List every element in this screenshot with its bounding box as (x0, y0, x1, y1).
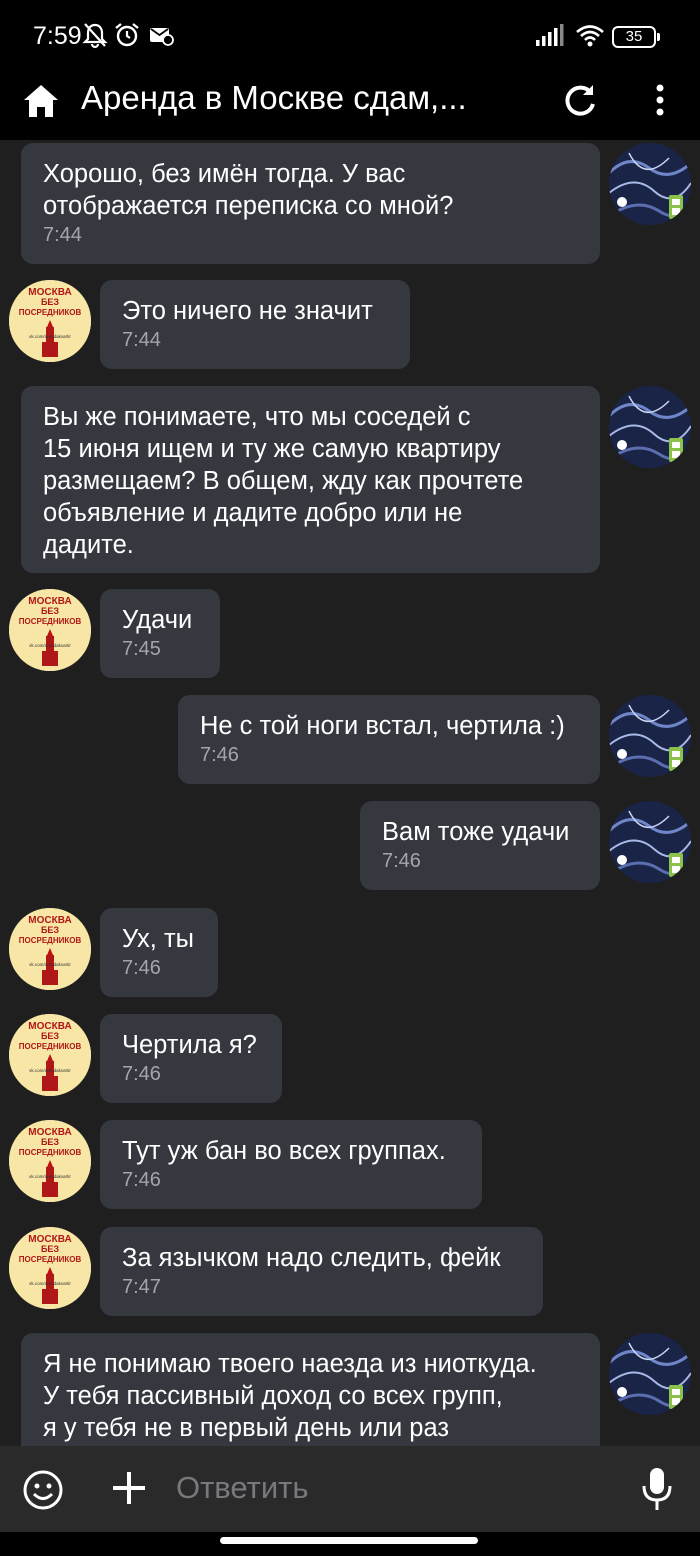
group-avatar-logo: МОСКВА БЕЗ ПОСРЕДНИКОВ vk.com/arendakvar… (9, 908, 91, 990)
mail-icon (150, 28, 174, 46)
svg-text:ПОСРЕДНИКОВ: ПОСРЕДНИКОВ (19, 1148, 82, 1157)
message-time: 7:46 (200, 744, 239, 766)
group-avatar[interactable]: МОСКВА БЕЗ ПОСРЕДНИКОВ vk.com/arendakvar… (9, 1227, 91, 1309)
app-header: Аренда в Москве сдам,... (0, 72, 700, 140)
signal-icon (536, 24, 564, 46)
message-time: 7:44 (43, 224, 82, 246)
svg-text:vk.com/arendakvartir: vk.com/arendakvartir (29, 1068, 71, 1073)
svg-text:БЕЗ: БЕЗ (41, 1137, 59, 1147)
message-time: 7:45 (122, 638, 161, 660)
user-avatar-image (609, 801, 691, 883)
group-avatar[interactable]: МОСКВА БЕЗ ПОСРЕДНИКОВ vk.com/arendakvar… (9, 1120, 91, 1202)
message-bubble[interactable]: Удачи 7:45 (100, 589, 220, 678)
status-bar: 7:59 35 (0, 0, 700, 72)
user-avatar[interactable] (609, 386, 691, 468)
message-text: За язычком надо следить, фейк (122, 1244, 501, 1272)
message-bubble[interactable]: Тут уж бан во всех группах. 7:46 (100, 1120, 482, 1209)
user-avatar[interactable] (609, 143, 691, 225)
emoji-icon[interactable] (22, 1469, 64, 1511)
svg-text:ПОСРЕДНИКОВ: ПОСРЕДНИКОВ (19, 617, 82, 626)
svg-text:БЕЗ: БЕЗ (41, 925, 59, 935)
wifi-icon (576, 25, 604, 47)
add-attachment-icon[interactable] (110, 1469, 148, 1507)
message-text: Чертила я? (122, 1031, 257, 1059)
svg-text:БЕЗ: БЕЗ (41, 606, 59, 616)
message-time: 7:47 (122, 1276, 161, 1298)
message-text: Тут уж бан во всех группах. (122, 1137, 446, 1165)
svg-text:ПОСРЕДНИКОВ: ПОСРЕДНИКОВ (19, 1042, 82, 1051)
user-avatar[interactable] (609, 695, 691, 777)
group-avatar[interactable]: МОСКВА БЕЗ ПОСРЕДНИКОВ vk.com/arendakvar… (9, 280, 91, 362)
group-avatar-logo: МОСКВА БЕЗ ПОСРЕДНИКОВ vk.com/arendakvar… (9, 1120, 91, 1202)
svg-text:vk.com/arendakvartir: vk.com/arendakvartir (29, 962, 71, 967)
message-time: 7:44 (122, 329, 161, 351)
group-avatar-logo: МОСКВА БЕЗ ПОСРЕДНИКОВ vk.com/arendakvar… (9, 589, 91, 671)
more-options-icon[interactable] (640, 80, 680, 120)
svg-text:БЕЗ: БЕЗ (41, 297, 59, 307)
reply-bar (0, 1446, 700, 1532)
message-bubble[interactable]: Не с той ноги встал, чертила :) 7:46 (178, 695, 600, 784)
reply-input[interactable] (176, 1468, 596, 1508)
message-bubble[interactable]: Хорошо, без имён тогда. У вас отображает… (21, 143, 600, 264)
message-list[interactable]: Хорошо, без имён тогда. У вас отображает… (0, 140, 700, 1446)
message-time: 7:46 (122, 957, 161, 979)
message-bubble[interactable]: Ух, ты 7:46 (100, 908, 218, 997)
message-text: Удачи (122, 606, 193, 634)
svg-text:ПОСРЕДНИКОВ: ПОСРЕДНИКОВ (19, 936, 82, 945)
group-avatar[interactable]: МОСКВА БЕЗ ПОСРЕДНИКОВ vk.com/arendakvar… (9, 589, 91, 671)
message-text: Вам тоже удачи (382, 818, 570, 846)
message-time: 7:46 (382, 850, 421, 872)
message-text: Не с той ноги встал, чертила :) (200, 712, 565, 740)
gesture-handle[interactable] (220, 1537, 478, 1544)
message-time: 7:46 (122, 1063, 161, 1085)
navigation-bar (0, 1532, 700, 1556)
group-avatar-logo: МОСКВА БЕЗ ПОСРЕДНИКОВ vk.com/arendakvar… (9, 1014, 91, 1096)
user-avatar[interactable] (609, 801, 691, 883)
message-text: Ух, ты (122, 925, 194, 953)
user-avatar-image (609, 1333, 691, 1415)
svg-text:БЕЗ: БЕЗ (41, 1244, 59, 1254)
alarm-icon (115, 23, 139, 47)
group-avatar-logo: МОСКВА БЕЗ ПОСРЕДНИКОВ vk.com/arendakvar… (9, 280, 91, 362)
user-avatar[interactable] (609, 1333, 691, 1415)
message-bubble[interactable]: Вы же понимаете, что мы соседей с 15 июн… (21, 386, 600, 573)
user-avatar-image (609, 386, 691, 468)
group-avatar-logo: МОСКВА БЕЗ ПОСРЕДНИКОВ vk.com/arendakvar… (9, 1227, 91, 1309)
refresh-icon[interactable] (560, 80, 600, 120)
message-time: 7:46 (122, 1169, 161, 1191)
message-text: Это ничего не значит (122, 297, 373, 325)
microphone-icon[interactable] (640, 1466, 674, 1512)
battery-indicator: 35 (612, 26, 660, 48)
message-text: Вы же понимаете, что мы соседей с 15 июн… (43, 403, 524, 559)
user-avatar-image (609, 143, 691, 225)
svg-text:ПОСРЕДНИКОВ: ПОСРЕДНИКОВ (19, 308, 82, 317)
user-avatar-image (609, 695, 691, 777)
message-text: Хорошо, без имён тогда. У вас отображает… (43, 160, 454, 220)
message-bubble[interactable]: Вам тоже удачи 7:46 (360, 801, 600, 890)
message-bubble[interactable]: Это ничего не значит 7:44 (100, 280, 410, 369)
svg-text:vk.com/arendakvartir: vk.com/arendakvartir (29, 643, 71, 648)
message-bubble[interactable]: Я не понимаю твоего наезда из ниоткуда. … (21, 1333, 600, 1446)
group-avatar[interactable]: МОСКВА БЕЗ ПОСРЕДНИКОВ vk.com/arendakvar… (9, 908, 91, 990)
muted-bell-icon (82, 23, 108, 49)
svg-text:vk.com/arendakvartir: vk.com/arendakvartir (29, 1174, 71, 1179)
status-time: 7:59 (33, 22, 82, 50)
svg-text:ПОСРЕДНИКОВ: ПОСРЕДНИКОВ (19, 1255, 82, 1264)
svg-text:БЕЗ: БЕЗ (41, 1031, 59, 1041)
svg-text:vk.com/arendakvartir: vk.com/arendakvartir (29, 334, 71, 339)
home-icon[interactable] (20, 80, 62, 122)
message-bubble[interactable]: Чертила я? 7:46 (100, 1014, 282, 1103)
chat-title: Аренда в Москве сдам,... (81, 79, 467, 116)
message-text: Я не понимаю твоего наезда из ниоткуда. … (43, 1350, 537, 1442)
group-avatar[interactable]: МОСКВА БЕЗ ПОСРЕДНИКОВ vk.com/arendakvar… (9, 1014, 91, 1096)
message-bubble[interactable]: За язычком надо следить, фейк 7:47 (100, 1227, 543, 1316)
svg-text:vk.com/arendakvartir: vk.com/arendakvartir (29, 1281, 71, 1286)
